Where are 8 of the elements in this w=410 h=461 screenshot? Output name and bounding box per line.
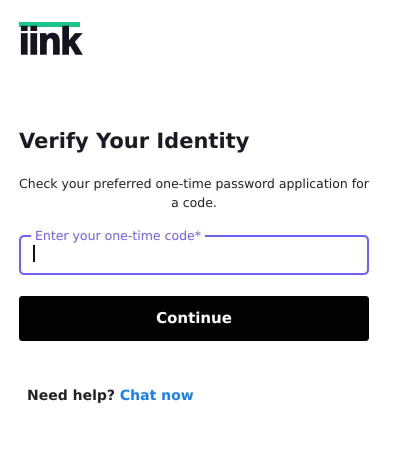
- instruction-text: Check your preferred one-time password application for a code.: [18, 175, 370, 212]
- logo: iink: [19, 22, 80, 57]
- page-title: Verify Your Identity: [19, 128, 250, 155]
- chat-now-link[interactable]: Chat now: [120, 388, 194, 404]
- code-field[interactable]: Enter your one-time code*: [19, 230, 369, 275]
- continue-button[interactable]: Continue: [19, 296, 369, 341]
- help-text: Need help?: [27, 388, 116, 404]
- text-cursor: [33, 245, 34, 262]
